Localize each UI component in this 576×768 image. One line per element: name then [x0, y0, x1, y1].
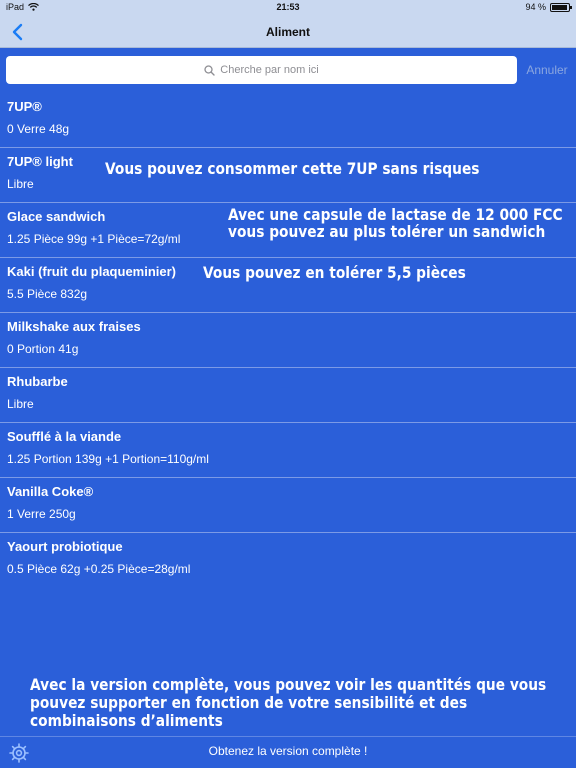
list-item[interactable]: Vanilla Coke® 1 Verre 250g: [0, 478, 576, 533]
annotation-line: vous pouvez au plus tolérer un sandwich: [228, 222, 546, 241]
status-bar: iPad 21:53 94 %: [0, 0, 576, 16]
item-name: 7UP®: [7, 99, 42, 114]
bottom-toolbar: Obtenez la version complète !: [0, 736, 576, 768]
item-detail: Libre: [7, 397, 34, 411]
item-detail: Libre: [7, 177, 34, 191]
battery-level: [552, 4, 568, 10]
item-name: Vanilla Coke®: [7, 484, 94, 499]
battery-percent: 94 %: [525, 2, 546, 12]
get-full-version-button[interactable]: Obtenez la version complète !: [150, 744, 426, 758]
list-item[interactable]: Milkshake aux fraises 0 Portion 41g: [0, 313, 576, 368]
item-name: 7UP® light: [7, 154, 73, 169]
item-detail: 1.25 Portion 139g +1 Portion=110g/ml: [7, 452, 209, 466]
battery-icon: [550, 2, 572, 12]
search-placeholder: Cherche par nom ici: [220, 64, 319, 76]
item-detail: 1.25 Pièce 99g +1 Pièce=72g/ml: [7, 232, 181, 246]
annotation-7up-light: Vous pouvez consommer cette 7UP sans ris…: [105, 159, 480, 178]
item-detail: 5.5 Pièce 832g: [7, 287, 88, 301]
item-detail: 0.5 Pièce 62g +0.25 Pièce=28g/ml: [7, 562, 191, 576]
cancel-button[interactable]: Annuler: [522, 63, 572, 77]
list-item[interactable]: Soufflé à la viande 1.25 Portion 139g +1…: [0, 423, 576, 478]
item-detail: 0 Verre 48g: [7, 122, 70, 136]
navigation-bar: Aliment: [0, 16, 576, 48]
search-icon: [204, 64, 215, 76]
item-detail: 0 Portion 41g: [7, 342, 79, 356]
status-right: 94 %: [525, 2, 572, 12]
item-name: Yaourt probiotique: [7, 539, 123, 554]
item-detail: 1 Verre 250g: [7, 507, 76, 521]
search-area: Cherche par nom ici Annuler: [0, 48, 576, 93]
annotation-kaki: Vous pouvez en tolérer 5,5 pièces: [203, 263, 466, 282]
annotation-glace-sandwich: Avec une capsule de lactase de 12 000 FC…: [228, 206, 563, 240]
search-input[interactable]: Cherche par nom ici: [6, 56, 517, 84]
page-title: Aliment: [265, 25, 310, 39]
promo-line: Avec la version complète, vous pouvez vo…: [30, 675, 547, 694]
annotation-line: Avec une capsule de lactase de 12 000 FC…: [228, 205, 563, 224]
gear-icon: [9, 743, 29, 763]
item-name: Rhubarbe: [7, 374, 68, 389]
promo-line: pouvez supporter en fonction de votre se…: [30, 693, 468, 712]
item-name: Milkshake aux fraises: [7, 319, 141, 334]
promo-text: Avec la version complète, vous pouvez vo…: [30, 676, 546, 730]
item-name: Glace sandwich: [7, 209, 106, 224]
promo-line: combinaisons d’aliments: [30, 711, 223, 730]
status-time: 21:53: [276, 2, 300, 12]
item-name: Soufflé à la viande: [7, 429, 122, 444]
settings-button[interactable]: [8, 742, 30, 764]
item-name: Kaki (fruit du plaqueminier): [7, 264, 177, 279]
list-item[interactable]: 7UP® 0 Verre 48g: [0, 93, 576, 148]
list-item[interactable]: Yaourt probiotique 0.5 Pièce 62g +0.25 P…: [0, 533, 576, 588]
list-item[interactable]: Rhubarbe Libre: [0, 368, 576, 423]
